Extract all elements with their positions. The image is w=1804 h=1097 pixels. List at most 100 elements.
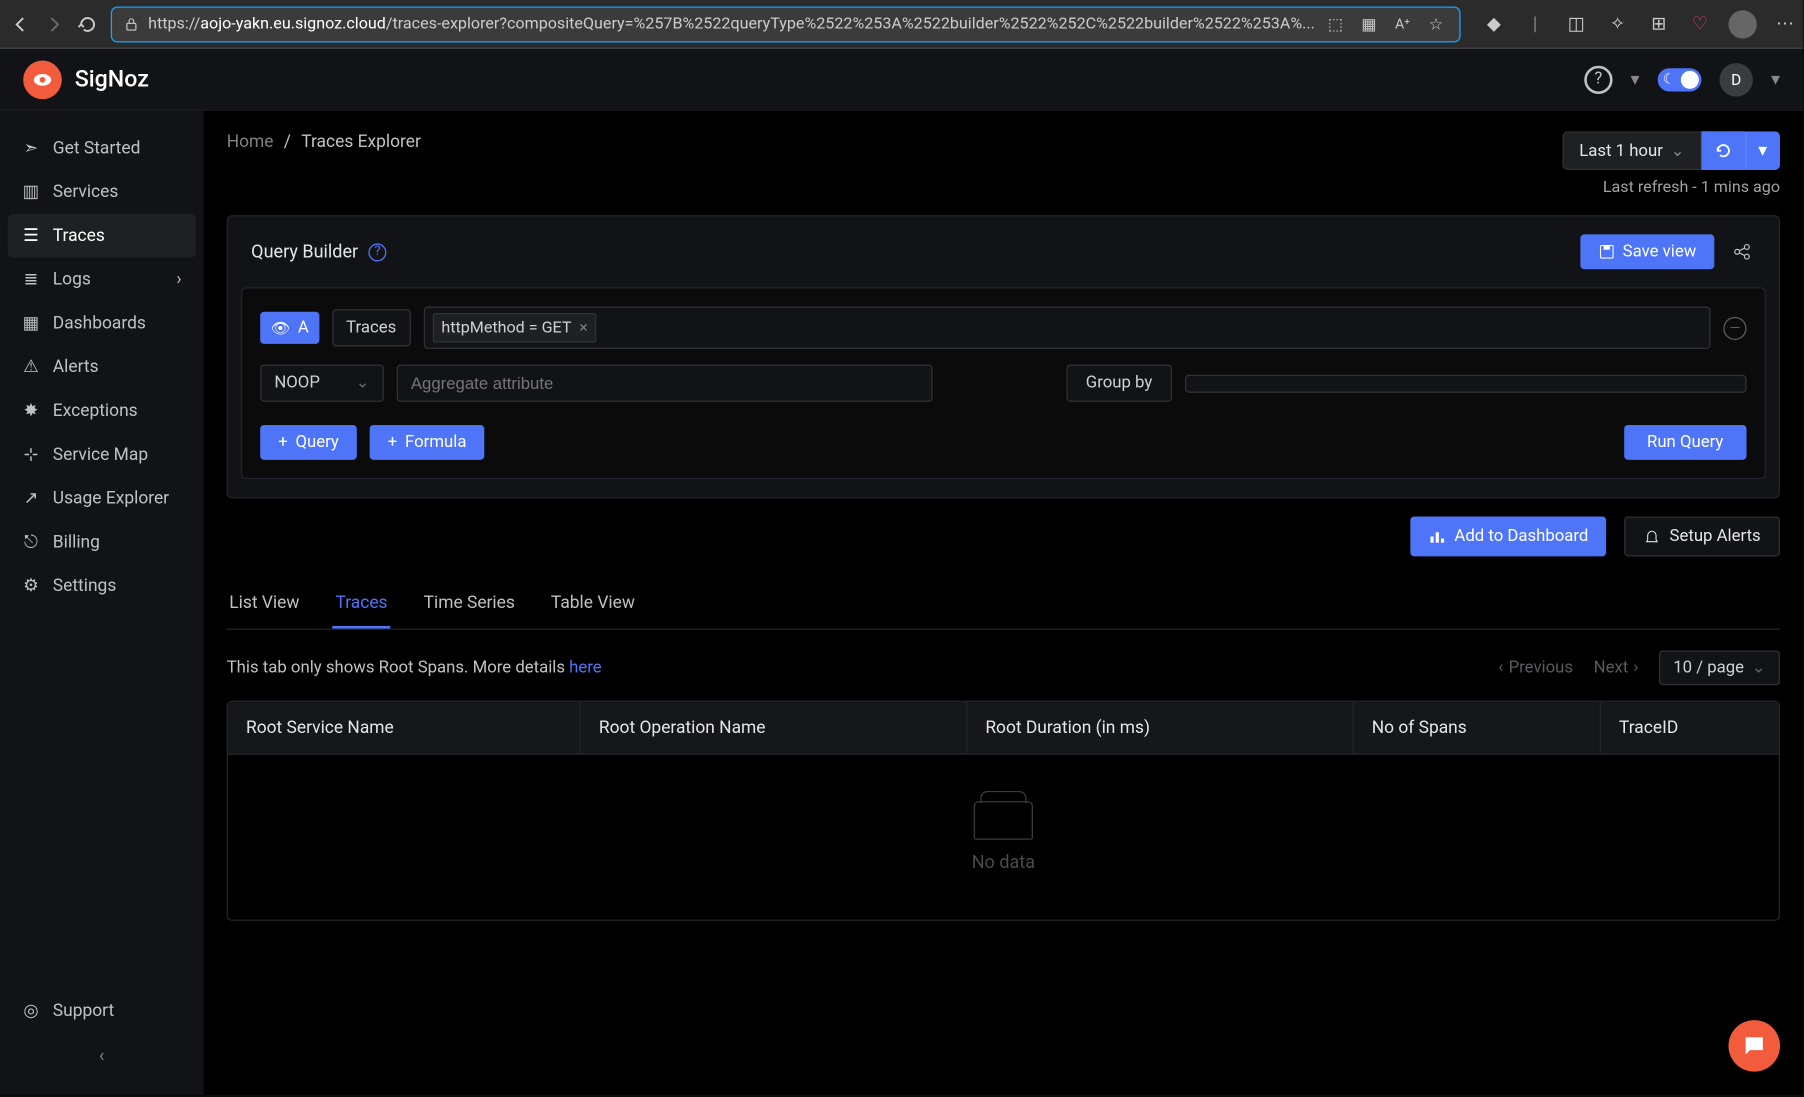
th-root-service[interactable]: Root Service Name	[228, 702, 581, 754]
reload-icon[interactable]	[77, 11, 98, 37]
browser-chrome: https://aojo-yakn.eu.signoz.cloud/traces…	[0, 0, 1803, 49]
table-empty-state: No data	[228, 755, 1779, 920]
profile-avatar[interactable]	[1728, 10, 1756, 38]
aggregate-op-select[interactable]: NOOP⌄	[260, 365, 384, 402]
sidebar-item-logs[interactable]: ≣Logs›	[8, 258, 196, 302]
plus-icon: +	[388, 433, 398, 452]
forward-icon[interactable]	[44, 11, 65, 37]
more-icon[interactable]: ⋯	[1772, 11, 1798, 37]
table-header: Root Service Name Root Operation Name Ro…	[228, 702, 1779, 755]
breadcrumb-current: Traces Explorer	[301, 131, 421, 152]
remove-tag-icon[interactable]: ×	[579, 318, 588, 337]
page-size-select[interactable]: 10 / page⌄	[1659, 650, 1780, 685]
rocket-icon: ➣	[22, 138, 40, 159]
browser-right: ◆ | ◫ ✧ ⊞ ♡ ⋯	[1473, 10, 1804, 38]
app-logo[interactable]: SigNoz	[23, 60, 149, 99]
root-spans-link[interactable]: here	[569, 658, 602, 677]
save-view-button[interactable]: Save view	[1580, 234, 1714, 269]
chevron-left-icon: ‹	[1498, 658, 1503, 677]
source-select[interactable]: Traces	[332, 309, 410, 346]
root-spans-note: This tab only shows Root Spans. More det…	[227, 658, 602, 677]
th-root-duration[interactable]: Root Duration (in ms)	[967, 702, 1353, 754]
tab-traces[interactable]: Traces	[333, 580, 390, 629]
th-span-count[interactable]: No of Spans	[1354, 702, 1601, 754]
th-root-operation[interactable]: Root Operation Name	[581, 702, 967, 754]
sidebar-item-service-map[interactable]: ⊹Service Map	[8, 433, 196, 477]
back-icon[interactable]	[10, 11, 31, 37]
filter-tag: httpMethod = GET×	[432, 313, 597, 343]
help-icon[interactable]: ?	[1584, 65, 1612, 93]
filter-input[interactable]: httpMethod = GET×	[423, 307, 1710, 350]
main-content: Home / Traces Explorer Last 1 hour⌄ ▾ La…	[204, 111, 1804, 1095]
chevron-down-icon: ⌄	[1671, 141, 1685, 160]
theme-toggle[interactable]: ☾	[1658, 68, 1702, 91]
url-text: https://aojo-yakn.eu.signoz.cloud/traces…	[148, 14, 1315, 33]
url-bar[interactable]: https://aojo-yakn.eu.signoz.cloud/traces…	[111, 6, 1461, 42]
sidebar-collapse[interactable]: ‹	[8, 1033, 196, 1079]
last-refresh-text: Last refresh - 1 mins ago	[1563, 178, 1781, 197]
empty-text: No data	[972, 853, 1035, 874]
query-chip-a[interactable]: 👁A	[260, 312, 319, 344]
text-size-icon[interactable]: A⁺	[1390, 11, 1416, 37]
th-trace-id[interactable]: TraceID	[1601, 702, 1779, 754]
sidebar-item-settings[interactable]: ⚙Settings	[8, 564, 196, 608]
heart-icon[interactable]: ♡	[1687, 11, 1713, 37]
sidebar-item-usage-explorer[interactable]: ↗Usage Explorer	[8, 477, 196, 521]
tab-time-series[interactable]: Time Series	[421, 580, 517, 629]
dashboard-icon: ▦	[22, 313, 40, 334]
apps-icon[interactable]: ▦	[1356, 11, 1382, 37]
share-button[interactable]	[1732, 242, 1755, 261]
collections-icon[interactable]: ⊞	[1646, 11, 1672, 37]
app-header: SigNoz ? ▾ ☾ D ▾	[0, 49, 1803, 111]
app-name: SigNoz	[75, 66, 149, 93]
logs-icon: ≣	[22, 269, 40, 290]
refresh-dropdown[interactable]: ▾	[1745, 131, 1780, 170]
sidebar-item-exceptions[interactable]: ✸Exceptions	[8, 389, 196, 433]
intercom-launcher[interactable]	[1728, 1020, 1780, 1072]
sidebar-item-alerts[interactable]: ⚠Alerts	[8, 345, 196, 389]
map-icon: ⊹	[22, 444, 40, 465]
sidebar-item-billing[interactable]: ⎋Billing	[8, 520, 196, 564]
device-icon[interactable]: ⬚	[1323, 11, 1349, 37]
favorite-icon[interactable]: ☆	[1423, 11, 1449, 37]
lifebuoy-icon: ◎	[22, 1001, 40, 1022]
sidebar-item-get-started[interactable]: ➣Get Started	[8, 126, 196, 170]
extension-icon[interactable]: ◆	[1481, 11, 1507, 37]
sidebar-item-support[interactable]: ◎Support	[8, 989, 196, 1033]
add-formula-button[interactable]: +Formula	[370, 425, 485, 460]
chevron-down-icon: ⌄	[1752, 658, 1766, 677]
sidebar-item-dashboards[interactable]: ▦Dashboards	[8, 301, 196, 345]
chevron-down-icon[interactable]: ▾	[1631, 69, 1640, 90]
tab-table-view[interactable]: Table View	[548, 580, 637, 629]
tab-list-view[interactable]: List View	[227, 580, 302, 629]
list-icon: ☰	[22, 225, 40, 246]
time-range-select[interactable]: Last 1 hour⌄	[1563, 131, 1702, 170]
sidebar-icon[interactable]: ◫	[1563, 11, 1589, 37]
user-avatar[interactable]: D	[1719, 62, 1752, 95]
aggregate-attribute-input[interactable]	[397, 365, 933, 402]
breadcrumb-home[interactable]: Home	[227, 131, 274, 152]
billing-icon: ⎋	[22, 532, 40, 553]
run-query-button[interactable]: Run Query	[1624, 425, 1747, 460]
empty-icon	[974, 801, 1033, 840]
sidebar-item-services[interactable]: ▥Services	[8, 170, 196, 214]
query-builder-card: Query Builder ? Save view 👁A Traces	[227, 215, 1780, 498]
remove-query-button[interactable]: —	[1723, 316, 1746, 339]
group-by-label: Group by	[1066, 365, 1171, 402]
add-to-dashboard-button[interactable]: Add to Dashboard	[1411, 516, 1607, 556]
add-query-button[interactable]: +Query	[260, 425, 357, 460]
eye-icon: 👁	[270, 319, 290, 337]
chevron-down-icon: ▾	[1758, 140, 1767, 161]
setup-alerts-button[interactable]: Setup Alerts	[1624, 516, 1780, 556]
help-icon[interactable]: ?	[368, 243, 386, 261]
refresh-button[interactable]	[1701, 131, 1745, 170]
group-by-input[interactable]	[1184, 374, 1746, 392]
favorites-icon[interactable]: ✧	[1605, 11, 1631, 37]
save-icon	[1598, 243, 1615, 260]
lock-icon	[122, 15, 140, 33]
chevron-down-icon[interactable]: ▾	[1771, 69, 1780, 90]
query-row-card: 👁A Traces httpMethod = GET× — NOOP⌄ Grou…	[241, 287, 1766, 479]
sidebar-item-traces[interactable]: ☰Traces	[8, 214, 196, 258]
pager-previous[interactable]: ‹Previous	[1498, 658, 1573, 677]
pager-next[interactable]: Next›	[1594, 658, 1639, 677]
